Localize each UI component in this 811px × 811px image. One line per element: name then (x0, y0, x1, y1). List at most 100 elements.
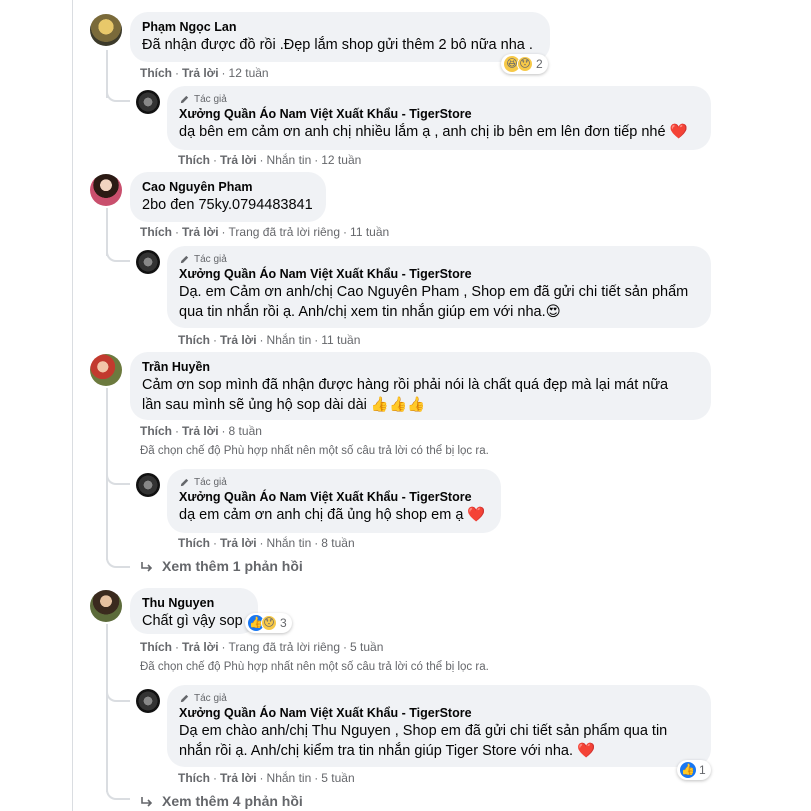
author-badge-label: Tác giả (194, 254, 227, 265)
reply-link[interactable]: Trả lời (182, 640, 219, 654)
reply-link[interactable]: Trả lời (182, 66, 219, 80)
commenter-name[interactable]: Thu Nguyen (142, 595, 246, 611)
author-badge: Tác giả (179, 476, 489, 489)
comment-actions: Thích · Trả lời · 12 tuần (140, 66, 269, 80)
message-link[interactable]: Nhắn tin (267, 333, 312, 347)
like-link[interactable]: Thích (178, 771, 210, 785)
pencil-icon (180, 694, 189, 703)
like-link[interactable]: Thích (140, 66, 172, 80)
reply-text-line-1: Dạ. em Cảm ơn anh/chị Cao Nguyên Pham , … (179, 284, 689, 300)
page-avatar[interactable] (136, 90, 160, 114)
page-name[interactable]: Xưởng Quần Áo Nam Việt Xuất Khẩu - Tiger… (179, 266, 699, 282)
view-more-replies-label: Xem thêm 1 phản hồi (162, 558, 303, 574)
wow-reaction-icon: 😯 (517, 56, 533, 72)
page-name[interactable]: Xưởng Quần Áo Nam Việt Xuất Khẩu - Tiger… (179, 705, 699, 721)
timestamp[interactable]: 8 tuần (321, 536, 354, 550)
reply-link[interactable]: Trả lời (220, 536, 257, 550)
message-link[interactable]: Nhắn tin (267, 771, 312, 785)
message-link[interactable]: Nhắn tin (267, 536, 312, 550)
reply-actions: Thích · Trả lời · Nhắn tin · 12 tuần (178, 153, 362, 167)
author-badge: Tác giả (179, 253, 699, 266)
author-badge: Tác giả (179, 692, 699, 705)
avatar[interactable] (90, 174, 122, 206)
reply-link[interactable]: Trả lời (220, 771, 257, 785)
comment-actions: Thích · Trả lời · Trang đã trả lời riêng · 5 t… (140, 640, 384, 654)
timestamp[interactable]: 5 tuần (350, 640, 383, 654)
view-more-replies-link[interactable]: Xem thêm 4 phản hồi (140, 793, 303, 809)
commenter-name[interactable]: Cao Nguyên Pham (142, 179, 314, 195)
reply-connector (106, 473, 130, 485)
page-avatar[interactable] (136, 250, 160, 274)
timestamp[interactable]: 5 tuần (321, 771, 354, 785)
reply-link[interactable]: Trả lời (182, 225, 219, 239)
comment-text: Chất gì vậy sop (142, 613, 243, 629)
more-replies-connector (106, 556, 130, 568)
filter-note: Đã chọn chế độ Phù hợp nhất nên một số c… (140, 445, 489, 457)
view-more-replies-label: Xem thêm 4 phản hồi (162, 793, 303, 809)
thread-line (106, 624, 108, 792)
commenter-name[interactable]: Phạm Ngọc Lan (142, 19, 538, 35)
reaction-summary[interactable]: 👍 😯 3 (245, 613, 292, 633)
reply-text-line-1: Dạ em chào anh/chị Thu Nguyen , Shop em … (179, 723, 668, 739)
comment-text: Đã nhận được đồ rồi .Đẹp lắm shop gửi th… (142, 37, 533, 53)
thread-line (106, 208, 108, 256)
reply-bubble: Tác giả Xưởng Quần Áo Nam Việt Xuất Khẩu… (167, 685, 711, 767)
timestamp[interactable]: 8 tuần (229, 424, 262, 438)
comment-actions: Thích · Trả lời · Trang đã trả lời riêng · 11 … (140, 225, 390, 239)
reply-actions: Thích · Trả lời · Nhắn tin · 8 tuần (178, 536, 355, 550)
comment-text: 2bo đen 75ky.0794483841 (142, 197, 313, 213)
wow-reaction-icon: 😯 (261, 615, 277, 631)
reply-link[interactable]: Trả lời (220, 333, 257, 347)
reply-arrow-icon (141, 562, 153, 572)
avatar[interactable] (90, 354, 122, 386)
comment-text-line-2: lần sau mình sẽ ủng hộ sop dài dài 👍👍👍 (142, 397, 426, 413)
commenter-name[interactable]: Trần Huyền (142, 359, 699, 375)
reply-actions: Thích · Trả lời · Nhắn tin · 11 tuần (178, 333, 361, 347)
comment-bubble: Thu Nguyen Chất gì vậy sop (130, 588, 258, 634)
reply-link[interactable]: Trả lời (182, 424, 219, 438)
reaction-summary[interactable]: 😆 😯 2 (501, 54, 548, 74)
page-name[interactable]: Xưởng Quần Áo Nam Việt Xuất Khẩu - Tiger… (179, 489, 489, 505)
filter-note: Đã chọn chế độ Phù hợp nhất nên một số c… (140, 661, 489, 673)
page-avatar[interactable] (136, 689, 160, 713)
timestamp[interactable]: 11 tuần (350, 225, 389, 239)
pencil-icon (180, 255, 189, 264)
like-reaction-icon: 👍 (680, 762, 696, 778)
private-reply-note: Trang đã trả lời riêng (228, 640, 341, 654)
comment-actions: Thích · Trả lời · 8 tuần (140, 424, 262, 438)
timestamp[interactable]: 11 tuần (321, 333, 360, 347)
reply-arrow-icon (141, 797, 153, 807)
reply-text-line-2: qua tin nhắn rồi ạ. Anh/chị xem tin nhắn… (179, 304, 561, 320)
comment-bubble: Phạm Ngọc Lan Đã nhận được đồ rồi .Đẹp l… (130, 12, 550, 62)
like-link[interactable]: Thích (140, 225, 172, 239)
more-replies-connector (106, 790, 130, 800)
timestamp[interactable]: 12 tuần (321, 153, 361, 167)
reply-actions: Thích · Trả lời · Nhắn tin · 5 tuần (178, 771, 355, 785)
reaction-summary[interactable]: 👍 1 (677, 760, 711, 780)
reply-bubble: Tác giả Xưởng Quần Áo Nam Việt Xuất Khẩu… (167, 246, 711, 328)
like-link[interactable]: Thích (178, 536, 210, 550)
reply-bubble: Tác giả Xưởng Quần Áo Nam Việt Xuất Khẩu… (167, 86, 711, 150)
view-more-replies-link[interactable]: Xem thêm 1 phản hồi (140, 558, 303, 574)
author-badge-label: Tác giả (194, 477, 227, 488)
reply-text: dạ bên em cảm ơn anh chị nhiều lắm ạ , a… (179, 124, 688, 140)
reaction-count: 1 (699, 763, 706, 777)
reply-connector (106, 690, 130, 702)
pencil-icon (180, 478, 189, 487)
like-link[interactable]: Thích (140, 640, 172, 654)
reply-link[interactable]: Trả lời (220, 153, 257, 167)
author-badge-label: Tác giả (194, 693, 227, 704)
like-link[interactable]: Thích (178, 333, 210, 347)
like-link[interactable]: Thích (178, 153, 210, 167)
pencil-icon (180, 95, 189, 104)
timestamp[interactable]: 12 tuần (229, 66, 269, 80)
reply-bubble: Tác giả Xưởng Quần Áo Nam Việt Xuất Khẩu… (167, 469, 501, 533)
reply-text: dạ em cảm ơn anh chị đã ủng hộ shop em ạ… (179, 507, 486, 523)
message-link[interactable]: Nhắn tin (267, 153, 312, 167)
feed-left-border (72, 0, 73, 811)
avatar[interactable] (90, 590, 122, 622)
page-avatar[interactable] (136, 473, 160, 497)
page-name[interactable]: Xưởng Quần Áo Nam Việt Xuất Khẩu - Tiger… (179, 106, 699, 122)
like-link[interactable]: Thích (140, 424, 172, 438)
avatar[interactable] (90, 14, 122, 46)
